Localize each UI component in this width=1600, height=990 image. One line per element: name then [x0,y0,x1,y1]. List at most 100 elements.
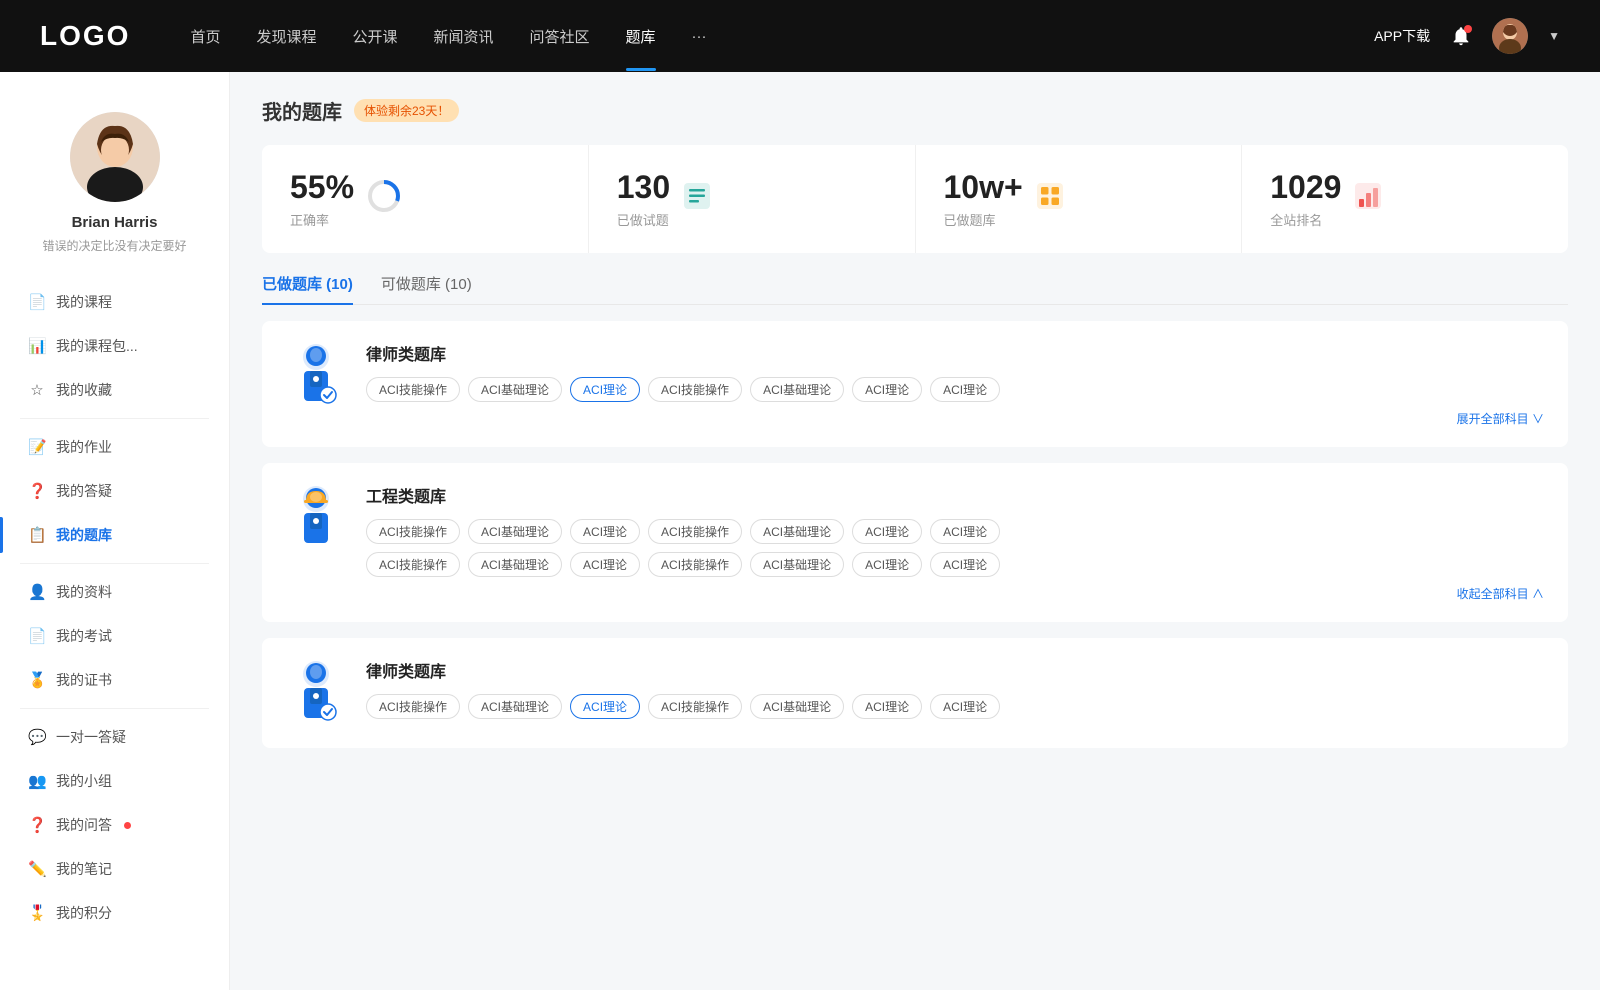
tag-lawyer-1-5[interactable]: ACI理论 [852,377,922,402]
ranking-chart-icon [1353,181,1383,218]
menu-item-qa[interactable]: ❓ 我的答疑 [0,469,229,513]
menu-label-1on1: 一对一答疑 [56,727,126,747]
qa-icon: ❓ [28,482,46,500]
course-icon: 📄 [28,293,46,311]
menu-item-profile[interactable]: 👤 我的资料 [0,570,229,614]
tag-eng-1-4[interactable]: ACI基础理论 [750,519,844,544]
tag-eng-1-2[interactable]: ACI理论 [570,519,640,544]
tag-lawyer-1-6[interactable]: ACI理论 [930,377,1000,402]
menu-item-cert[interactable]: 🏅 我的证书 [0,658,229,702]
exam-icon: 📄 [28,627,46,645]
stat-done-banks: 10w+ 已做题库 [916,145,1243,253]
nav-discover[interactable]: 发现课程 [256,26,316,47]
tag-lawyer-2-5[interactable]: ACI理论 [852,694,922,719]
stat-rank: 1029 全站排名 [1242,145,1568,253]
menu-label-notes: 我的笔记 [56,859,112,879]
tab-done-banks[interactable]: 已做题库 (10) [262,273,353,304]
menu-label-cert: 我的证书 [56,670,112,690]
menu-label-favorites: 我的收藏 [56,380,112,400]
stat-accuracy: 55% 正确率 [262,145,589,253]
menu-item-group[interactable]: 👥 我的小组 [0,759,229,803]
tag-eng-2-3[interactable]: ACI技能操作 [648,552,742,577]
logo: LOGO [40,20,130,52]
tag-lawyer-2-0[interactable]: ACI技能操作 [366,694,460,719]
nav-qa[interactable]: 问答社区 [530,26,590,47]
tag-eng-2-5[interactable]: ACI理论 [852,552,922,577]
tag-lawyer-1-0[interactable]: ACI技能操作 [366,377,460,402]
nav-news[interactable]: 新闻资讯 [434,26,494,47]
question-red-dot [124,822,131,829]
tag-lawyer-1-3[interactable]: ACI技能操作 [648,377,742,402]
tag-lawyer-2-3[interactable]: ACI技能操作 [648,694,742,719]
menu-item-questions[interactable]: ❓ 我的问答 [0,803,229,847]
menu-item-course-pkg[interactable]: 📊 我的课程包... [0,324,229,368]
tag-eng-1-0[interactable]: ACI技能操作 [366,519,460,544]
tag-lawyer-1-1[interactable]: ACI基础理论 [468,377,562,402]
menu-label-group: 我的小组 [56,771,112,791]
tag-eng-2-4[interactable]: ACI基础理论 [750,552,844,577]
cert-icon: 🏅 [28,671,46,689]
expand-link-lawyer-1[interactable]: 展开全部科目 ∨ [366,410,1544,427]
tag-lawyer-1-4[interactable]: ACI基础理论 [750,377,844,402]
tag-eng-1-5[interactable]: ACI理论 [852,519,922,544]
course-pkg-icon: 📊 [28,337,46,355]
nav-links: 首页 发现课程 公开课 新闻资讯 问答社区 题库 ··· [190,26,1374,47]
tag-eng-2-0[interactable]: ACI技能操作 [366,552,460,577]
menu-divider-3 [20,708,209,709]
1on1-icon: 💬 [28,728,46,746]
menu-item-1on1[interactable]: 💬 一对一答疑 [0,715,229,759]
menu-item-favorites[interactable]: ☆ 我的收藏 [0,368,229,412]
notification-bell-icon[interactable] [1450,25,1472,47]
menu-label-qbank: 我的题库 [56,525,112,545]
tag-eng-2-1[interactable]: ACI基础理论 [468,552,562,577]
nav-home[interactable]: 首页 [190,26,220,47]
tag-lawyer-2-2[interactable]: ACI理论 [570,694,640,719]
user-avatar-nav[interactable] [1492,18,1528,54]
tag-lawyer-2-4[interactable]: ACI基础理论 [750,694,844,719]
favorites-icon: ☆ [28,381,46,399]
user-name: Brian Harris [72,214,158,231]
stat-rank-value: 1029 [1270,169,1341,206]
tag-eng-2-2[interactable]: ACI理论 [570,552,640,577]
collapse-link-engineer[interactable]: 收起全部科目 ∧ [366,585,1544,602]
qbank-card-lawyer-1: 律师类题库 ACI技能操作 ACI基础理论 ACI理论 ACI技能操作 ACI基… [262,321,1568,447]
menu-item-points[interactable]: 🎖️ 我的积分 [0,891,229,935]
sidebar-menu: 📄 我的课程 📊 我的课程包... ☆ 我的收藏 📝 我的作业 ❓ 我的答疑 � [0,280,229,935]
app-download-button[interactable]: APP下载 [1374,26,1430,46]
tags-row-lawyer-2: ACI技能操作 ACI基础理论 ACI理论 ACI技能操作 ACI基础理论 AC… [366,694,1544,719]
menu-item-homework[interactable]: 📝 我的作业 [0,425,229,469]
list-icon [682,181,712,218]
stat-done-questions-content: 130 已做试题 [617,169,670,229]
qbank-card-engineer: 工程类题库 ACI技能操作 ACI基础理论 ACI理论 ACI技能操作 ACI基… [262,463,1568,622]
menu-item-notes[interactable]: ✏️ 我的笔记 [0,847,229,891]
nav-qbank[interactable]: 题库 [626,26,656,47]
nav-more[interactable]: ··· [692,28,707,45]
tag-lawyer-1-2[interactable]: ACI理论 [570,377,640,402]
tag-eng-2-6[interactable]: ACI理论 [930,552,1000,577]
tag-lawyer-2-1[interactable]: ACI基础理论 [468,694,562,719]
qbank-body-lawyer-1: 律师类题库 ACI技能操作 ACI基础理论 ACI理论 ACI技能操作 ACI基… [366,341,1544,427]
menu-label-homework: 我的作业 [56,437,112,457]
menu-label-profile: 我的资料 [56,582,112,602]
menu-divider-2 [20,563,209,564]
user-menu-chevron-icon[interactable]: ▼ [1548,29,1560,43]
points-icon: 🎖️ [28,904,46,922]
qbank-body-engineer: 工程类题库 ACI技能操作 ACI基础理论 ACI理论 ACI技能操作 ACI基… [366,483,1544,602]
group-icon: 👥 [28,772,46,790]
menu-label-qa: 我的答疑 [56,481,112,501]
menu-label-exam: 我的考试 [56,626,112,646]
tag-lawyer-2-6[interactable]: ACI理论 [930,694,1000,719]
menu-item-exam[interactable]: 📄 我的考试 [0,614,229,658]
tag-eng-1-1[interactable]: ACI基础理论 [468,519,562,544]
stat-done-banks-value: 10w+ [944,169,1023,206]
menu-item-qbank[interactable]: 📋 我的题库 [0,513,229,557]
menu-item-course[interactable]: 📄 我的课程 [0,280,229,324]
tag-eng-1-3[interactable]: ACI技能操作 [648,519,742,544]
page-layout: Brian Harris 错误的决定比没有决定要好 📄 我的课程 📊 我的课程包… [0,72,1600,990]
tabs-row: 已做题库 (10) 可做题库 (10) [262,273,1568,305]
tags-row-engineer-2: ACI技能操作 ACI基础理论 ACI理论 ACI技能操作 ACI基础理论 AC… [366,552,1544,577]
nav-open-course[interactable]: 公开课 [352,26,397,47]
tab-available-banks[interactable]: 可做题库 (10) [381,273,472,304]
qbank-body-lawyer-2: 律师类题库 ACI技能操作 ACI基础理论 ACI理论 ACI技能操作 ACI基… [366,658,1544,727]
tag-eng-1-6[interactable]: ACI理论 [930,519,1000,544]
